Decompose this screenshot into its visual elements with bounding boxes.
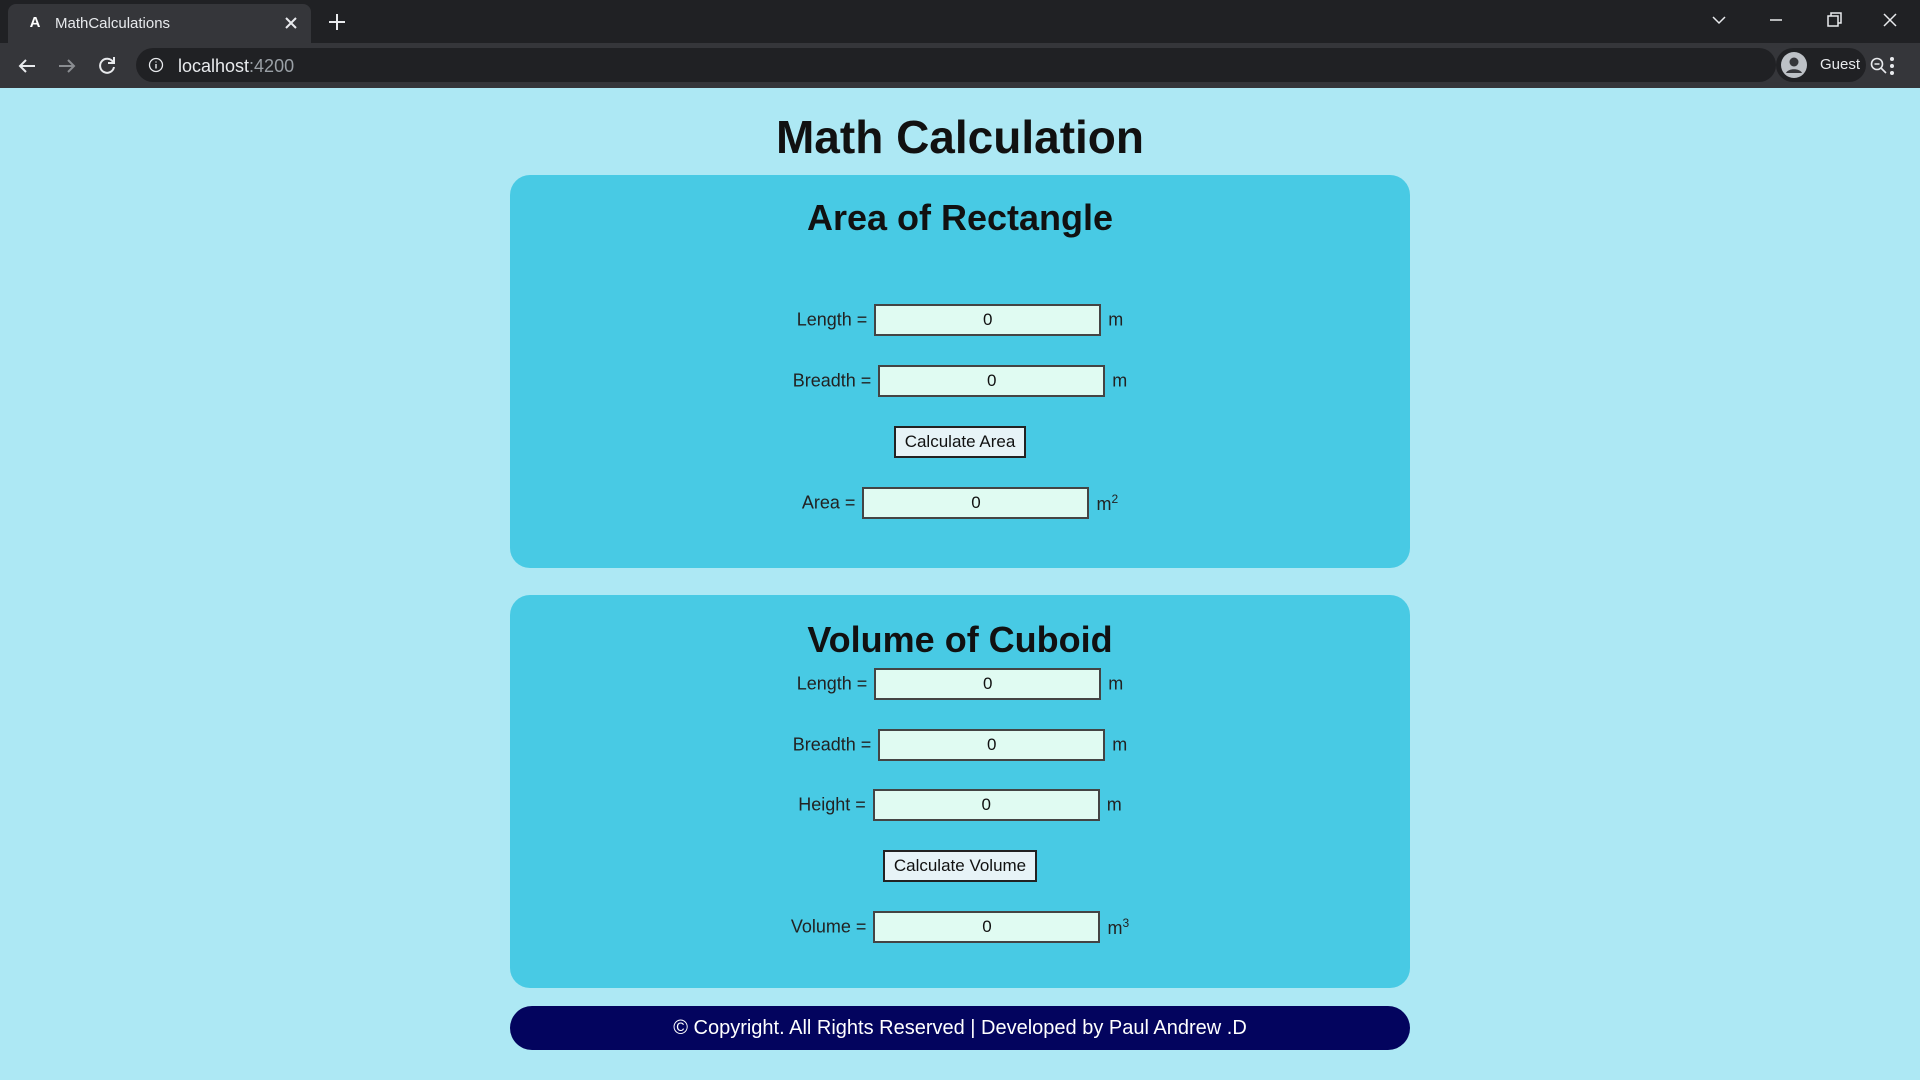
page-title: Math Calculation [775, 111, 1145, 163]
area-length-input[interactable] [874, 304, 1102, 336]
volume-length-input[interactable] [874, 668, 1102, 700]
volume-length-label: Length = [796, 673, 868, 694]
area-breadth-label: Breadth = [792, 370, 872, 391]
new-tab-icon[interactable] [325, 10, 349, 34]
area-result-input[interactable] [862, 487, 1090, 519]
volume-breadth-input[interactable] [878, 729, 1106, 761]
area-length-row: Length = m [510, 304, 1410, 336]
volume-height-input[interactable] [872, 789, 1100, 821]
area-length-unit: m [1108, 309, 1124, 330]
volume-card-title: Volume of Cuboid [807, 619, 1113, 660]
area-breadth-unit: m [1112, 370, 1128, 391]
volume-result-unit: m3 [1107, 915, 1130, 938]
area-result-row: Area = m2 [510, 487, 1410, 519]
guest-avatar-icon [1781, 52, 1807, 78]
browser-toolbar: localhost:4200 Guest [0, 43, 1920, 88]
area-unit-base: m [1096, 493, 1112, 514]
close-window-icon[interactable] [1870, 5, 1910, 35]
browser-tab-strip: A MathCalculations [0, 0, 1920, 43]
url-host: localhost [178, 56, 250, 76]
volume-unit-exponent: 3 [1122, 915, 1130, 930]
volume-breadth-unit: m [1112, 734, 1128, 755]
volume-button-row: Calculate Volume [510, 850, 1410, 882]
reload-icon[interactable] [95, 54, 119, 78]
kebab-menu-icon[interactable] [1882, 54, 1902, 78]
area-card-title: Area of Rectangle [806, 197, 1114, 238]
volume-height-unit: m [1106, 794, 1122, 815]
area-of-rectangle-card: Area of Rectangle Length = m Breadth = m… [510, 175, 1410, 568]
volume-breadth-label: Breadth = [792, 734, 872, 755]
back-arrow-icon[interactable] [15, 54, 39, 78]
url-text: localhost:4200 [178, 56, 294, 77]
url-port: :4200 [249, 56, 295, 76]
volume-breadth-row: Breadth = m [510, 729, 1410, 761]
volume-result-input[interactable] [873, 911, 1101, 943]
area-unit-exponent: 2 [1111, 491, 1119, 506]
volume-length-row: Length = m [510, 668, 1410, 700]
calculate-area-button[interactable]: Calculate Area [893, 426, 1027, 458]
minimize-icon[interactable] [1756, 5, 1796, 35]
footer: © Copyright. All Rights Reserved | Devel… [510, 1006, 1410, 1050]
volume-unit-base: m [1107, 917, 1123, 938]
address-bar[interactable]: localhost:4200 [136, 48, 1887, 82]
forward-arrow-icon[interactable] [55, 54, 79, 78]
calculate-volume-button[interactable]: Calculate Volume [882, 850, 1038, 882]
volume-result-label: Volume = [790, 916, 867, 937]
volume-of-cuboid-card: Volume of Cuboid Length = m Breadth = m … [510, 595, 1410, 988]
tab-title: MathCalculations [55, 15, 171, 32]
area-breadth-input[interactable] [878, 365, 1106, 397]
tab-search-chevron-icon[interactable] [1699, 5, 1739, 35]
restore-icon[interactable] [1813, 5, 1853, 35]
volume-length-unit: m [1108, 673, 1124, 694]
volume-height-row: Height = m [510, 789, 1410, 821]
area-result-unit: m2 [1096, 491, 1119, 514]
volume-result-row: Volume = m3 [510, 911, 1410, 943]
profile-button[interactable]: Guest [1776, 48, 1866, 82]
area-breadth-row: Breadth = m [510, 365, 1410, 397]
angular-favicon-icon: A [29, 14, 41, 31]
site-info-icon[interactable] [148, 57, 164, 73]
volume-height-label: Height = [798, 794, 866, 815]
browser-tab[interactable]: A MathCalculations [8, 4, 311, 43]
area-button-row: Calculate Area [510, 426, 1410, 458]
profile-name: Guest [1820, 56, 1861, 73]
area-result-label: Area = [801, 492, 856, 513]
area-length-label: Length = [796, 309, 868, 330]
close-tab-icon[interactable] [281, 13, 301, 33]
